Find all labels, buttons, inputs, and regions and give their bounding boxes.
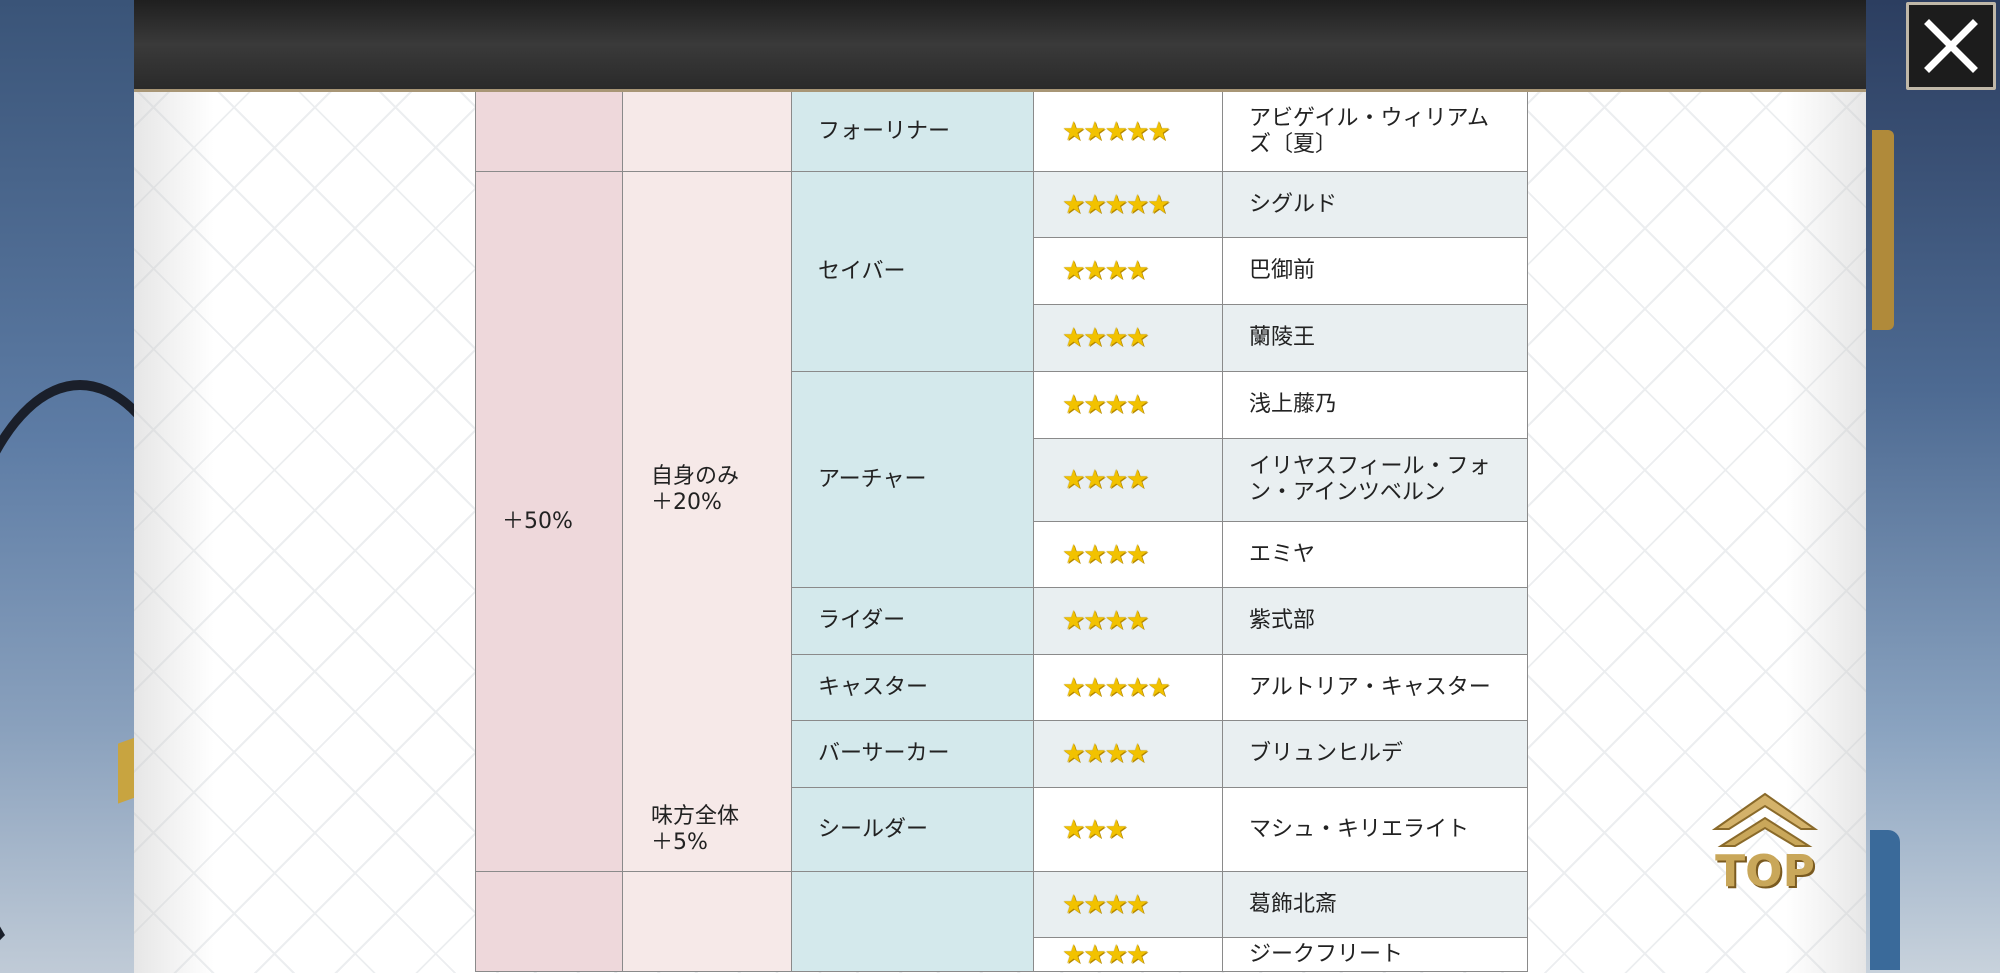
cell-text: 蘭陵王 [1249,325,1316,350]
servant-name-cell: マシュ・キリエライト [1223,788,1528,872]
content-panel[interactable]: フォーリナー ★★★★★ アビゲイル・ウィリアムズ〔夏〕 ＋50% 自身のみ ＋20% セ… [134,92,1866,973]
star-rating-icon: ★★★★ [1062,939,1149,970]
servant-name-cell: 葛飾北斎 [1223,872,1528,938]
cell-text: マシュ・キリエライト [1249,816,1470,842]
class-cell [792,872,1034,972]
class-cell: フォーリナー [792,92,1034,172]
class-cell: ライダー [792,588,1034,655]
effect-cell: 味方全体 ＋5% [623,788,792,872]
cell-text: 葛飾北斎 [1249,891,1338,917]
close-icon [1924,19,1978,73]
servant-bonus-table: フォーリナー ★★★★★ アビゲイル・ウィリアムズ〔夏〕 ＋50% 自身のみ ＋20% セ… [475,92,1660,972]
rarity-cell: ★★★ [1034,788,1223,872]
star-rating-icon: ★★★★ [1062,390,1149,420]
cell-text: 浅上藤乃 [1249,392,1338,417]
star-rating-icon: ★★★★ [1062,256,1149,286]
cell-text: イリヤスフィール・フォン・アインツベルン [1249,454,1491,505]
star-rating-icon: ★★★★ [1062,739,1149,769]
servant-name-cell: 巴御前 [1223,238,1528,305]
servant-name-cell: アビゲイル・ウィリアムズ〔夏〕 [1223,92,1528,172]
rarity-cell: ★★★★★ [1034,92,1223,172]
servant-name-cell: ジークフリート [1223,938,1528,972]
servant-name-cell: ブリュンヒルデ [1223,721,1528,788]
star-rating-icon: ★★★★ [1062,323,1149,353]
class-cell: アーチャー [792,372,1034,588]
scroll-top-button[interactable]: TOP [1700,784,1830,910]
background-left [0,0,220,973]
servant-name-cell: 蘭陵王 [1223,305,1528,372]
star-rating-icon: ★★★★★ [1062,189,1171,220]
cell-text: ジークフリート [1249,941,1404,967]
bonus-cell [476,872,623,972]
class-cell: セイバー [792,172,1034,372]
cell-text: シグルド [1249,191,1338,217]
cell-text: フォーリナー [818,118,951,144]
cell-text: ＋50% [502,508,573,534]
servant-name-cell: エミヤ [1223,522,1528,588]
cell-text: 自身のみ ＋20% [651,464,740,515]
class-cell: バーサーカー [792,721,1034,788]
star-rating-icon: ★★★★ [1062,465,1149,495]
effect-cell [623,872,792,972]
star-rating-icon: ★★★★ [1062,539,1149,570]
rarity-cell: ★★★★ [1034,588,1223,655]
rarity-cell: ★★★★ [1034,872,1223,938]
rarity-cell: ★★★★ [1034,938,1223,972]
side-tab-right-lower [1870,830,1900,970]
modal-header [134,0,1996,92]
star-rating-icon: ★★★★ [1062,606,1149,636]
bonus-cell [476,92,623,172]
star-rating-icon: ★★★ [1062,814,1128,845]
rarity-cell: ★★★★ [1034,721,1223,788]
cell-text: 紫式部 [1249,608,1316,633]
bonus-cell: ＋50% [476,172,623,872]
cell-text: ブリュンヒルデ [1249,741,1404,766]
star-rating-icon: ★★★★★ [1062,672,1171,703]
servant-name-cell: 浅上藤乃 [1223,372,1528,439]
rarity-cell: ★★★★★ [1034,172,1223,238]
cell-text: ライダー [818,608,906,633]
servant-name-cell: シグルド [1223,172,1528,238]
servant-name-cell: イリヤスフィール・フォン・アインツベルン [1223,439,1528,522]
cell-text: セイバー [818,258,906,284]
rarity-cell: ★★★★ [1034,238,1223,305]
rarity-cell: ★★★★ [1034,305,1223,372]
cell-text: アーチャー [818,466,927,492]
chevron-up-icon [1711,792,1819,847]
cell-text: アビゲイル・ウィリアムズ〔夏〕 [1249,105,1490,157]
cell-text: シールダー [818,816,929,842]
servant-name-cell: 紫式部 [1223,588,1528,655]
effect-cell [623,92,792,172]
class-cell: キャスター [792,655,1034,721]
servant-name-cell: アルトリア・キャスター [1223,655,1528,721]
cell-text: キャスター [818,674,929,700]
side-tab-right [1872,130,1894,330]
cell-text: バーサーカー [818,741,950,766]
star-rating-icon: ★★★★★ [1062,116,1171,147]
cell-text: 味方全体 ＋5% [651,803,740,855]
rarity-cell: ★★★★ [1034,522,1223,588]
cell-text: 巴御前 [1249,258,1316,283]
rarity-cell: ★★★★ [1034,439,1223,522]
close-button[interactable] [1906,2,1996,90]
top-label: TOP [1715,846,1815,897]
class-cell: シールダー [792,788,1034,872]
cell-text: アルトリア・キャスター [1249,674,1491,700]
effect-cell: 自身のみ ＋20% [623,172,792,809]
cell-text: エミヤ [1249,541,1316,567]
rarity-cell: ★★★★ [1034,372,1223,439]
rarity-cell: ★★★★★ [1034,655,1223,721]
star-rating-icon: ★★★★ [1062,889,1149,920]
